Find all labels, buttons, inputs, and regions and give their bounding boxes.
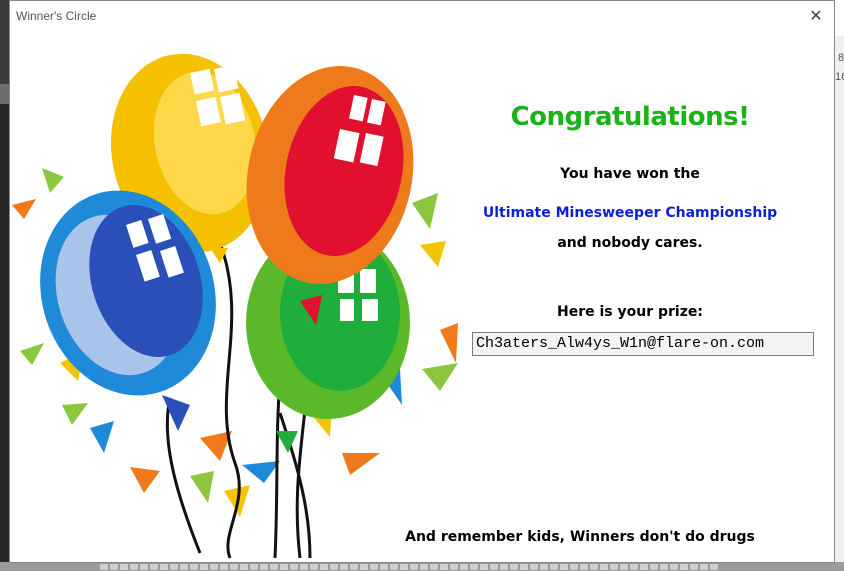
congratulations-heading: Congratulations!	[510, 102, 750, 132]
window-title: Winner's Circle	[16, 9, 97, 23]
background-side-text-1: 8	[838, 52, 844, 64]
background-desktop-top	[834, 0, 844, 36]
background-grid-cell	[570, 564, 578, 570]
background-grid-cell	[620, 564, 628, 570]
background-grid-cell	[340, 564, 348, 570]
background-grid-cell	[450, 564, 458, 570]
background-grid-cell	[200, 564, 208, 570]
prize-text-field[interactable]: Ch3aters_Alw4ys_W1n@flare-on.com	[472, 332, 814, 356]
background-grid-cell	[210, 564, 218, 570]
background-grid-cell	[250, 564, 258, 570]
background-grid-cell	[470, 564, 478, 570]
background-grid-cell	[220, 564, 228, 570]
nobody-cares-text: and nobody cares.	[557, 235, 703, 251]
background-grid-cell	[580, 564, 588, 570]
background-grid-cell	[130, 564, 138, 570]
background-grid-cell	[380, 564, 388, 570]
balloons-artwork	[12, 53, 458, 559]
background-grid-cell	[490, 564, 498, 570]
background-grid-cell	[370, 564, 378, 570]
background-grid-cell	[660, 564, 668, 570]
background-grid-cell	[150, 564, 158, 570]
background-grid-cell	[240, 564, 248, 570]
background-grid-cell	[120, 564, 128, 570]
background-grid-cell	[230, 564, 238, 570]
background-grid-cell	[610, 564, 618, 570]
background-grid-cell	[650, 564, 658, 570]
background-grid-cell	[530, 564, 538, 570]
close-icon[interactable]: ✕	[802, 4, 830, 28]
background-grid-cell	[710, 564, 718, 570]
background-grid-cell	[290, 564, 298, 570]
background-grid-cell	[100, 564, 108, 570]
background-grid-cell	[600, 564, 608, 570]
background-grid-cell	[260, 564, 268, 570]
background-grid-cell	[670, 564, 678, 570]
background-grid-cell	[300, 564, 308, 570]
background-grid-cell	[500, 564, 508, 570]
background-grid-cell	[460, 564, 468, 570]
background-grid-cell	[550, 564, 558, 570]
background-grid-cell	[400, 564, 408, 570]
background-grid-cell	[640, 564, 648, 570]
background-grid-cell	[140, 564, 148, 570]
background-grid-cell	[630, 564, 638, 570]
background-grid-cell	[560, 564, 568, 570]
background-grid-cell	[480, 564, 488, 570]
prize-label: Here is your prize:	[557, 304, 703, 320]
background-grid-cell	[680, 564, 688, 570]
background-grid-cell	[440, 564, 448, 570]
background-grid-cell	[270, 564, 278, 570]
background-grid-cell	[690, 564, 698, 570]
background-grid-cell	[160, 564, 168, 570]
background-grid-cell	[310, 564, 318, 570]
championship-text: Ultimate Minesweeper Championship	[482, 205, 778, 221]
background-grid-cell	[590, 564, 598, 570]
background-grid-cell	[390, 564, 398, 570]
background-grid-cell	[280, 564, 288, 570]
background-grid-cell	[110, 564, 118, 570]
background-grid-cell	[700, 564, 708, 570]
background-grid-cell	[190, 564, 198, 570]
background-grid-cell	[420, 564, 428, 570]
background-side-text-2: 16	[835, 71, 844, 83]
background-grid-cell	[430, 564, 438, 570]
background-grid-cell	[510, 564, 518, 570]
background-grid-cell	[520, 564, 528, 570]
winners-circle-window: Winner's Circle ✕ Congratulations! You h…	[9, 0, 835, 563]
background-grid-cell	[540, 564, 548, 570]
background-grid-cell	[330, 564, 338, 570]
won-text: You have won the	[560, 166, 700, 182]
background-grid-cell	[320, 564, 328, 570]
title-bar[interactable]: Winner's Circle ✕	[10, 1, 834, 31]
background-grid-cell	[360, 564, 368, 570]
background-grid-strip	[0, 562, 844, 571]
footer-text: And remember kids, Winners don't do drug…	[405, 529, 755, 545]
background-desktop-right	[834, 36, 844, 571]
background-grid-cell	[350, 564, 358, 570]
background-grid-cell	[410, 564, 418, 570]
background-grid-cell	[170, 564, 178, 570]
background-grid-cell	[180, 564, 188, 570]
